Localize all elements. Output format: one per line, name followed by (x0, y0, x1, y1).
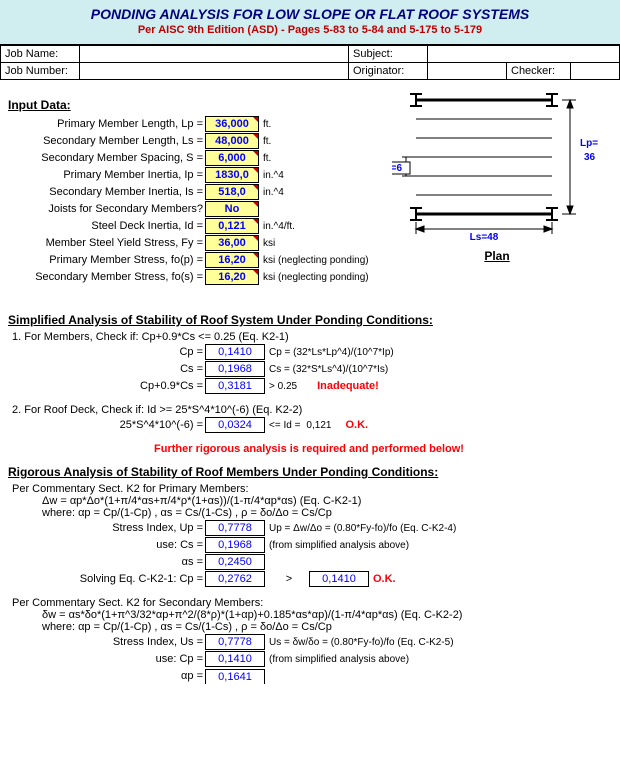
page-header: PONDING ANALYSIS FOR LOW SLOPE OR FLAT R… (0, 0, 620, 45)
section-rigorous: Rigorous Analysis of Stability of Roof M… (8, 465, 610, 479)
ap-label: αp = (8, 670, 205, 682)
ls-label: Secondary Member Length, Ls = (8, 135, 205, 147)
lp-value[interactable]: 36,000 (205, 116, 259, 132)
rig-peq: Δw = αp*Δo*(1+π/4*αs+π/4*ρ*(1+αs))/(1-π/… (12, 495, 610, 507)
meta-jobname-lbl: Job Name: (1, 46, 80, 63)
cs-note: Cs = (32*S*Ls^4)/(10^7*Is) (269, 364, 388, 375)
rig-pwhere: where: αp = Cp/(1-Cp) , αs = Cs/(1-Cs) ,… (12, 507, 610, 519)
joist-label: Joists for Secondary Members? (8, 203, 205, 215)
meta-orig-lbl: Originator: (349, 63, 428, 80)
id-unit: in.^4/ft. (263, 221, 295, 232)
meta-subject-val[interactable] (428, 46, 620, 63)
s-value[interactable]: 6,000 (205, 150, 259, 166)
rig-shead: Per Commentary Sect. K2 for Secondary Me… (12, 597, 610, 609)
up-note: Up = Δw/Δo = (0.80*Fy-fo)/fo (Eq. C-K2-4… (269, 523, 456, 534)
cp-note: Cp = (32*Ls*Lp^4)/(10^7*Ip) (269, 347, 394, 358)
s-label: Secondary Member Spacing, S = (8, 152, 205, 164)
ip-value[interactable]: 1830,0 (205, 167, 259, 183)
idcalc-cmp: <= Id = (269, 420, 300, 431)
usecs-label: use: Cs = (8, 539, 205, 551)
s-unit: ft. (263, 153, 271, 164)
idcalc-label: 25*S^4*10^(-6) = (8, 419, 205, 431)
dim-lp2: 36 (584, 152, 596, 163)
meta-checker-lbl: Checker: (507, 63, 571, 80)
rig-seq: δw = αs*δo*(1+π^3/32*αp+π^2/(8*ρ)*(1+αp)… (12, 609, 610, 621)
further-msg: Further rigorous analysis is required an… (8, 443, 610, 455)
id-value[interactable]: 0,121 (205, 218, 259, 234)
cp-value: 0,1410 (205, 344, 265, 360)
us-note: Us = δw/δo = (0.80*Fy-fo)/fo (Eq. C-K2-5… (269, 637, 454, 648)
up-value: 0,7778 (205, 520, 265, 536)
idcalc-ref: 0,121 (306, 420, 331, 431)
us-value: 0,7778 (205, 634, 265, 650)
title-main: PONDING ANALYSIS FOR LOW SLOPE OR FLAT R… (4, 6, 616, 22)
is-unit: in.^4 (263, 187, 284, 198)
idcalc-value: 0,0324 (205, 417, 265, 433)
simp-line2: 2. For Roof Deck, Check if: Id >= 25*S^4… (12, 404, 610, 416)
solve-cmp: > (269, 573, 309, 585)
meta-checker-val[interactable] (571, 63, 620, 80)
is-value[interactable]: 518,0 (205, 184, 259, 200)
lp-label: Primary Member Length, Lp = (8, 118, 205, 130)
ip-unit: in.^4 (263, 170, 284, 181)
usecs-note: (from simplified analysis above) (269, 540, 409, 551)
fos-label: Secondary Member Stress, fo(s) = (8, 271, 205, 283)
dim-ls: Ls=48 (470, 232, 499, 243)
usecp-note: (from simplified analysis above) (269, 654, 409, 665)
solve-ref: 0,1410 (309, 571, 369, 587)
cs-label: Cs = (8, 363, 205, 375)
meta-jobnum-val[interactable] (80, 63, 349, 80)
sum-cmp: > 0.25 (269, 381, 297, 392)
id-label: Steel Deck Inertia, Id = (8, 220, 205, 232)
up-label: Stress Index, Up = (8, 522, 205, 534)
solve-label: Solving Eq. C-K2-1: Cp = (8, 573, 205, 585)
simp-line1: 1. For Members, Check if: Cp+0.9*Cs <= 0… (12, 331, 610, 343)
as-value: 0,2450 (205, 554, 265, 570)
fos-value[interactable]: 16,20 (205, 269, 259, 285)
meta-orig-val[interactable] (428, 63, 507, 80)
dim-s: S=6 (392, 163, 402, 174)
meta-table: Job Name: Subject: Job Number: Originato… (0, 45, 620, 80)
meta-subject-lbl: Subject: (349, 46, 428, 63)
content-area: Input Data: (0, 80, 620, 689)
solve-status: O.K. (373, 573, 396, 585)
sum-value: 0,3181 (205, 378, 265, 394)
fos-unit: ksi (neglecting ponding) (263, 272, 369, 283)
section-simplified: Simplified Analysis of Stability of Roof… (8, 313, 610, 327)
meta-jobnum-lbl: Job Number: (1, 63, 80, 80)
ap-value: 0,1641 (205, 669, 265, 684)
lp-unit: ft. (263, 119, 271, 130)
cp-label: Cp = (8, 346, 205, 358)
fop-unit: ksi (neglecting ponding) (263, 255, 369, 266)
plan-label: Plan (392, 249, 602, 263)
meta-jobname-val[interactable] (80, 46, 349, 63)
us-label: Stress Index, Us = (8, 636, 205, 648)
plan-diagram: S=6 Lp= 36 Ls=48 Plan (392, 84, 602, 264)
fy-label: Member Steel Yield Stress, Fy = (8, 237, 205, 249)
solve-value: 0,2762 (205, 571, 265, 587)
rig-phead: Per Commentary Sect. K2 for Primary Memb… (12, 483, 610, 495)
usecp-value: 0,1410 (205, 651, 265, 667)
is-label: Secondary Member Inertia, Is = (8, 186, 205, 198)
ls-unit: ft. (263, 136, 271, 147)
fop-value[interactable]: 16,20 (205, 252, 259, 268)
ls-value[interactable]: 48,000 (205, 133, 259, 149)
sum-label: Cp+0.9*Cs = (8, 380, 205, 392)
fy-unit: ksi (263, 238, 275, 249)
as-label: αs = (8, 556, 205, 568)
plan-svg: S=6 Lp= 36 Ls=48 (392, 84, 602, 244)
usecp-label: use: Cp = (8, 653, 205, 665)
title-sub: Per AISC 9th Edition (ASD) - Pages 5-83 … (4, 24, 616, 36)
usecs-value: 0,1968 (205, 537, 265, 553)
sum-status: Inadequate! (317, 380, 379, 392)
ip-label: Primary Member Inertia, Ip = (8, 169, 205, 181)
fy-value[interactable]: 36,00 (205, 235, 259, 251)
fop-label: Primary Member Stress, fo(p) = (8, 254, 205, 266)
idcalc-status: O.K. (345, 419, 368, 431)
rig-swhere: where: αp = Cp/(1-Cp) , αs = Cs/(1-Cs) ,… (12, 621, 610, 633)
cs-value: 0,1968 (205, 361, 265, 377)
dim-lp1: Lp= (580, 138, 598, 149)
joist-value[interactable]: No (205, 201, 259, 217)
